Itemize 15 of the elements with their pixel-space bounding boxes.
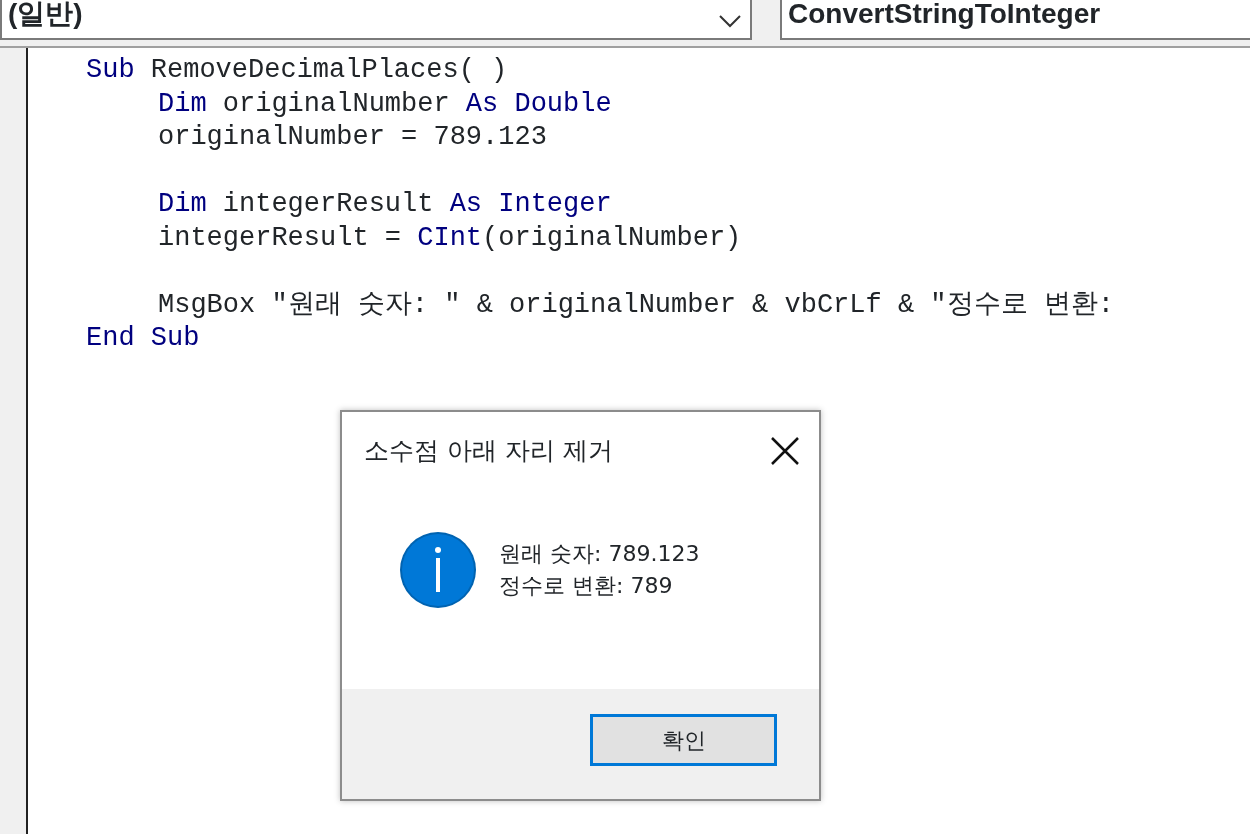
info-icon [399,531,477,610]
object-dropdown[interactable]: (일반) [0,0,752,40]
code-line: Dim integerResult As Integer [158,188,612,221]
ok-button[interactable]: 확인 [590,714,777,766]
code-line: Dim originalNumber As Double [158,87,612,121]
code-line: integerResult = CInt(originalNumber) [158,221,742,255]
code-line: originalNumber = 789.123 [158,121,547,154]
code-line: Sub RemoveDecimalPlaces( ) [86,54,508,87]
code-line: MsgBox "원래 숫자: " & originalNumber & vbCrLf & "정수로 변환: [158,288,1114,322]
close-icon[interactable] [769,434,801,467]
procedure-dropdown[interactable]: ConvertStringToInteger [780,0,1250,40]
code-line: End Sub [86,322,200,355]
chevron-icon [718,14,742,28]
dialog-title: 소수점 아래 자리 제거 [364,435,613,467]
dialog-message: 원래 숫자: 789.123 정수로 변환: 789 [499,540,700,601]
